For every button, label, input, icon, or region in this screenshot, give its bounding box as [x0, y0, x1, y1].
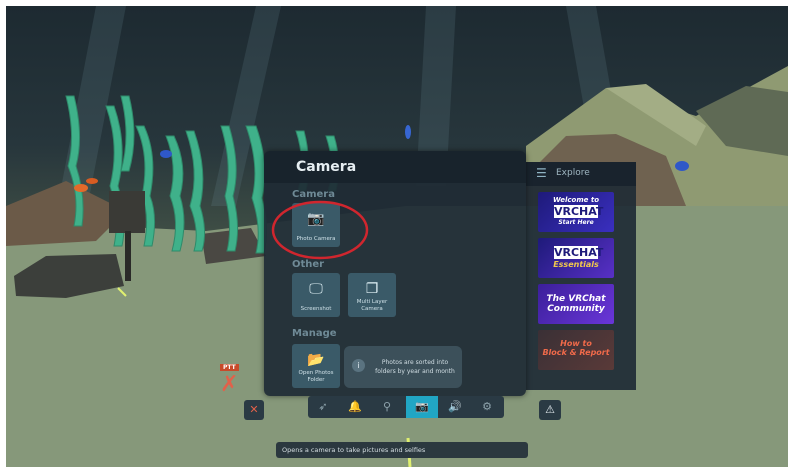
section-label-manage: Manage	[292, 328, 337, 339]
banner-line: Block & Report	[542, 348, 610, 357]
section-label-camera: Camera	[292, 189, 335, 200]
folder-icon: 📂	[307, 352, 325, 368]
banner-line: The VRChat	[546, 294, 606, 304]
screenshot-icon: 🖵	[309, 281, 323, 297]
camera-menu-header: Camera	[264, 151, 526, 183]
info-icon: i	[352, 359, 365, 372]
banner-line: VRCHAT	[554, 205, 604, 218]
camera-menu-title: Camera	[296, 159, 357, 175]
explore-header: ☰ Explore	[526, 162, 636, 186]
screenshot-button[interactable]: 🖵 Screenshot	[292, 273, 340, 317]
gear-icon[interactable]: ⚙	[474, 396, 500, 418]
vr-world-viewport: PTT ✗ ☰ Explore Welcome to VRCHAT Start …	[6, 6, 788, 467]
photos-info-note: i Photos are sorted into folders by year…	[344, 346, 462, 388]
quick-menu-bar: ➶ 🔔 ⚲ 📷 🔊 ⚙	[308, 396, 504, 418]
multi-layer-camera-label: Multi Layer Camera	[356, 299, 388, 312]
camera-icon[interactable]: 📷	[406, 396, 438, 418]
banner-line: Essentials	[553, 260, 599, 269]
mute-button[interactable]: ✕	[244, 400, 264, 420]
banner-block-report[interactable]: How to Block & Report	[538, 330, 614, 370]
explore-panel: ☰ Explore Welcome to VRCHAT Start Here V…	[526, 162, 636, 390]
screenshot-label: Screenshot	[300, 306, 332, 312]
multi-layer-icon: ❐	[365, 281, 379, 297]
menu-icon[interactable]: ☰	[536, 166, 547, 180]
highlight-circle	[271, 200, 369, 260]
open-photos-folder-label: Open Photos Folder	[298, 370, 334, 383]
warning-button[interactable]: ⚠	[539, 400, 561, 420]
muted-microphone-icon: ✗	[220, 372, 239, 397]
banner-line: Start Here	[558, 219, 594, 226]
bell-icon[interactable]: 🔔	[342, 396, 368, 418]
multi-layer-camera-button[interactable]: ❐ Multi Layer Camera	[348, 273, 396, 317]
photos-info-text: Photos are sorted into folders by year a…	[375, 359, 455, 375]
tooltip: Opens a camera to take pictures and self…	[276, 442, 528, 458]
volume-icon[interactable]: 🔊	[442, 396, 468, 418]
banner-line: VRCHAT	[554, 246, 604, 259]
rocket-icon[interactable]: ➶	[310, 396, 336, 418]
banner-line: Welcome to	[552, 196, 599, 204]
ptt-label: PTT	[220, 364, 239, 371]
banner-welcome[interactable]: Welcome to VRCHAT Start Here	[538, 192, 614, 232]
banner-community[interactable]: The VRChat Community	[538, 284, 614, 324]
explore-title: Explore	[556, 168, 590, 178]
camera-menu: Camera Camera 📷 Photo Camera Other 🖵 Scr…	[264, 151, 526, 396]
banner-essentials[interactable]: VRCHAT Essentials	[538, 238, 614, 278]
open-photos-folder-button[interactable]: 📂 Open Photos Folder	[292, 344, 340, 388]
location-pin-icon[interactable]: ⚲	[374, 396, 400, 418]
ptt-indicator: PTT ✗	[216, 364, 246, 404]
banner-line: Community	[547, 304, 605, 314]
banner-line: How to	[560, 339, 592, 348]
